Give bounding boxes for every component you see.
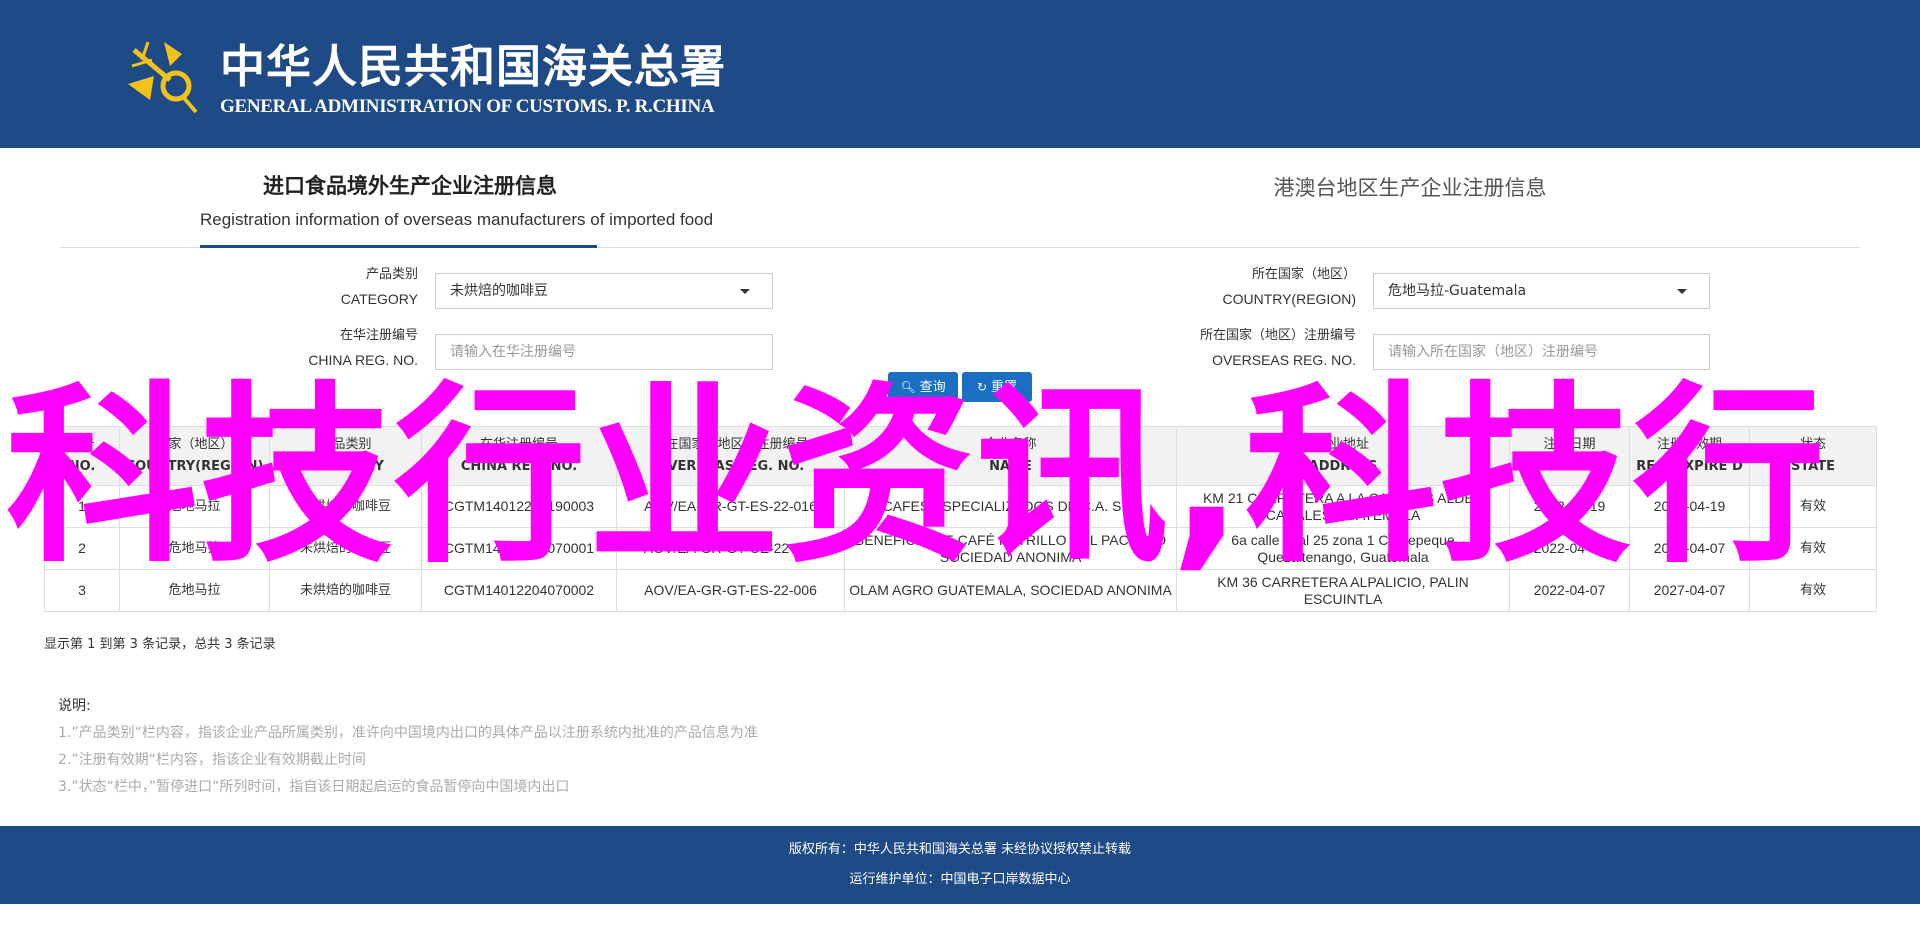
chevron-down-icon bbox=[1677, 289, 1687, 294]
china-reg-input[interactable]: 请输入在华注册编号 bbox=[435, 334, 773, 370]
category-value: 未烘焙的咖啡豆 bbox=[450, 283, 548, 299]
footer-maintainer: 运行维护单位：中国电子口岸数据中心 bbox=[849, 872, 1071, 887]
tab-overseas-registration[interactable]: 进口食品境外生产企业注册信息 Registration information … bbox=[200, 170, 714, 230]
tab-label-cn: 进口食品境外生产企业注册信息 bbox=[263, 174, 557, 198]
note-item: 1.”产品类别“栏内容，指该企业产品所属类别，准许向中国境内出口的具体产品以注册… bbox=[58, 725, 758, 741]
country-select[interactable]: 危地马拉-Guatemala bbox=[1373, 273, 1710, 309]
site-title-en: GENERAL ADMINISTRATION OF CUSTOMS. P. R.… bbox=[220, 96, 715, 117]
active-tab-indicator bbox=[200, 245, 597, 248]
note-item: 2.”注册有效期“栏内容，指该企业有效期截止时间 bbox=[58, 752, 366, 768]
note-item: 3.”状态“栏中，”暂停进口“所列时间，指自该日期起启运的食品暂停向中国境内出口 bbox=[58, 779, 570, 795]
notes-section: 说明: 1.”产品类别“栏内容，指该企业产品所属类别，准许向中国境内出口的具体产… bbox=[58, 693, 758, 801]
footer-copyright: 版权所有：中华人民共和国海关总署 未经协议授权禁止转载 bbox=[788, 842, 1132, 857]
country-value: 危地马拉-Guatemala bbox=[1388, 283, 1527, 299]
overlay-watermark-text: 科技行业资讯,科技行 bbox=[6, 366, 1827, 589]
chevron-down-icon bbox=[740, 289, 750, 294]
customs-emblem-icon bbox=[128, 41, 198, 114]
china-reg-label: 在华注册编号 CHINA REG. NO. bbox=[308, 328, 418, 368]
category-select[interactable]: 未烘焙的咖啡豆 bbox=[435, 273, 773, 309]
country-label: 所在国家（地区） COUNTRY(REGION) bbox=[1222, 267, 1356, 307]
overseas-reg-input[interactable]: 请输入所在国家（地区）注册编号 bbox=[1373, 334, 1710, 370]
pagination-info: 显示第 1 到第 3 条记录，总共 3 条记录 bbox=[44, 637, 276, 652]
category-label: 产品类别 CATEGORY bbox=[340, 267, 418, 307]
site-footer: 版权所有：中华人民共和国海关总署 未经协议授权禁止转载 运行维护单位：中国电子口… bbox=[0, 826, 1920, 904]
site-title-cn: 中华人民共和国海关总署 bbox=[220, 40, 727, 93]
tab-hk-macao-taiwan[interactable]: 港澳台地区生产企业注册信息 bbox=[1200, 172, 1620, 202]
tab-label-en: Registration information of overseas man… bbox=[200, 210, 714, 229]
notes-title: 说明: bbox=[58, 698, 91, 714]
site-header: 中华人民共和国海关总署 GENERAL ADMINISTRATION OF CU… bbox=[0, 0, 1920, 148]
overseas-reg-label: 所在国家（地区）注册编号 OVERSEAS REG. NO. bbox=[1199, 328, 1356, 368]
